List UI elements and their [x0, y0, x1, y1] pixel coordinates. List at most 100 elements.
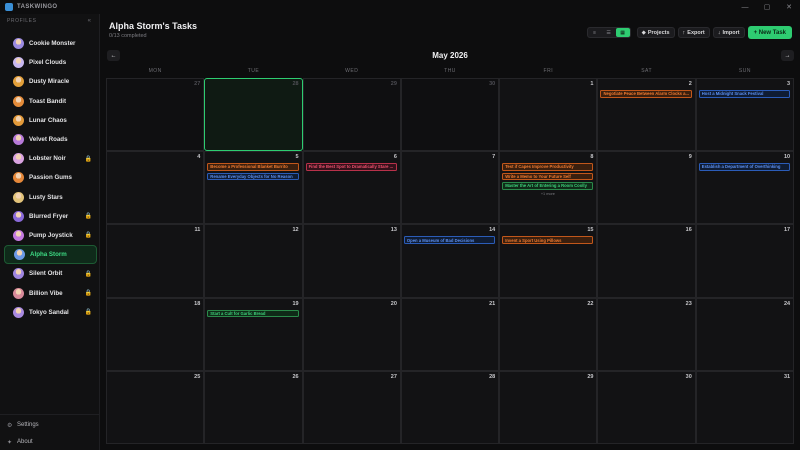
profile-item[interactable]: Toast Bandit: [4, 92, 97, 111]
profile-item[interactable]: Billion Vibe 🔒: [4, 283, 97, 302]
day-cell[interactable]: 12: [204, 224, 303, 298]
calendar-nav: ← May 2026 →: [106, 50, 794, 62]
minimize-button[interactable]: —: [734, 0, 756, 14]
avatar: [13, 76, 24, 88]
next-month-button[interactable]: →: [781, 50, 794, 61]
about-link[interactable]: ✦ About: [0, 435, 99, 449]
day-cell[interactable]: 2 Negotiate Peace Between Alarm Clocks a.…: [597, 78, 696, 152]
profile-name: Lobster Noir: [29, 155, 66, 163]
task-chip[interactable]: Invent a Sport Using Pillows: [502, 236, 594, 244]
day-cell[interactable]: 7: [400, 151, 500, 225]
day-cell[interactable]: 10 Establish a Department of Overthinking: [695, 151, 795, 225]
profile-item[interactable]: Passion Gums: [4, 168, 97, 187]
day-cell[interactable]: 25: [106, 370, 205, 444]
day-cell[interactable]: 15 Invent a Sport Using Pillows: [499, 224, 598, 298]
new-task-button[interactable]: + New Task: [747, 26, 792, 39]
day-cell[interactable]: 6 Find the Best Spot to Dramatically Star…: [302, 151, 401, 225]
import-button[interactable]: ↓ Import: [712, 27, 745, 38]
profile-name: Cookie Monster: [29, 40, 76, 48]
task-chip[interactable]: Open a Museum of Bad Decisions: [403, 236, 496, 244]
task-list: Host a Midnight Snack Festival: [698, 90, 791, 100]
app-logo-icon: [5, 3, 13, 11]
day-cell[interactable]: 3 Host a Midnight Snack Festival: [695, 78, 795, 152]
day-cell[interactable]: 4: [106, 151, 205, 225]
more-tasks-link[interactable]: +1 more: [502, 192, 593, 196]
task-list: Open a Museum of Bad Decisions: [403, 236, 496, 246]
day-cell[interactable]: 16: [597, 224, 696, 298]
profile-item[interactable]: Tokyo Sandal 🔒: [4, 303, 97, 322]
task-chip[interactable]: Master the Art of Entering a Room Coolly: [502, 182, 594, 190]
profile-item[interactable]: Pixel Clouds: [4, 53, 97, 72]
day-cell[interactable]: 5 Become a Professional Blanket Burrito Re…: [204, 151, 303, 225]
profile-item[interactable]: Lobster Noir 🔒: [4, 149, 97, 168]
day-cell[interactable]: 22: [499, 297, 598, 371]
task-chip[interactable]: Establish a Department of Overthinking: [698, 163, 791, 171]
collapse-sidebar-icon[interactable]: «: [88, 18, 91, 24]
profile-item[interactable]: Silent Orbit 🔒: [4, 264, 97, 283]
day-cell[interactable]: 20: [302, 297, 401, 371]
profile-item[interactable]: Lunar Chaos: [4, 111, 97, 130]
day-cell[interactable]: 28: [204, 78, 303, 152]
day-cell[interactable]: 28: [400, 370, 500, 444]
day-cell[interactable]: 14 Open a Museum of Bad Decisions: [400, 224, 500, 298]
day-cell[interactable]: 11: [106, 224, 205, 298]
day-cell[interactable]: 30: [400, 78, 500, 152]
profile-item[interactable]: Lusty Stars: [4, 188, 97, 207]
close-button[interactable]: ✕: [778, 0, 800, 14]
day-cell[interactable]: 17: [695, 224, 795, 298]
profile-item[interactable]: Velvet Roads: [4, 130, 97, 149]
day-number: 5: [295, 154, 299, 161]
profile-name: Passion Gums: [29, 174, 72, 182]
day-number: 19: [292, 300, 299, 307]
day-cell[interactable]: 18: [106, 297, 205, 371]
day-number: 2: [688, 81, 692, 87]
profile-name: Billion Vibe: [29, 289, 63, 297]
task-list: Find the Best Spot to Dramatically Stare…: [305, 163, 397, 173]
day-number: 18: [194, 300, 201, 307]
day-cell[interactable]: 30: [597, 370, 696, 444]
day-number: 1: [590, 81, 594, 87]
profile-item[interactable]: Pump Joystick 🔒: [4, 226, 97, 245]
weekday-label: FRI: [543, 68, 554, 74]
profile-item[interactable]: Alpha Storm: [4, 245, 97, 265]
settings-link[interactable]: ⚙ Settings: [0, 418, 99, 432]
task-chip[interactable]: Host a Midnight Snack Festival: [698, 90, 791, 98]
day-cell[interactable]: 19 Start a Cult for Garlic Bread: [204, 297, 303, 371]
day-cell[interactable]: 9: [597, 151, 696, 225]
day-cell[interactable]: 29: [302, 78, 401, 152]
task-chip[interactable]: Negotiate Peace Between Alarm Clocks a..…: [600, 90, 692, 98]
import-label: Import: [722, 29, 740, 36]
day-cell[interactable]: 26: [204, 370, 303, 444]
page-title: Alpha Storm's Tasks: [109, 21, 198, 31]
day-cell[interactable]: 21: [400, 297, 500, 371]
day-cell[interactable]: 13: [302, 224, 401, 298]
day-cell[interactable]: 31: [695, 370, 795, 444]
day-cell[interactable]: 27: [302, 370, 401, 444]
task-chip[interactable]: Test if Capes Improve Productivity: [502, 163, 594, 171]
list-view-button[interactable]: ≡: [588, 28, 602, 37]
diamond-icon: ◆: [641, 29, 646, 36]
day-cell[interactable]: 27: [106, 78, 205, 152]
board-view-button[interactable]: ☰: [602, 28, 616, 37]
maximize-button[interactable]: ▢: [756, 0, 778, 14]
day-number: 28: [489, 373, 496, 380]
day-cell[interactable]: 8 Test if Capes Improve Productivity Write…: [499, 151, 598, 225]
day-cell[interactable]: 24: [695, 297, 795, 371]
calendar-view-button[interactable]: ▦: [615, 28, 630, 37]
profile-item[interactable]: Cookie Monster: [4, 34, 97, 53]
day-cell[interactable]: 1: [499, 78, 598, 152]
day-cell[interactable]: 23: [597, 297, 696, 371]
export-button[interactable]: ↑ Export: [677, 27, 710, 38]
task-chip[interactable]: Rename Everyday Objects for No Reason: [207, 172, 299, 181]
profile-item[interactable]: Dusty Miracle: [4, 72, 97, 91]
profile-item[interactable]: Blurred Fryer 🔒: [4, 207, 97, 226]
day-cell[interactable]: 29: [499, 370, 598, 444]
task-chip[interactable]: Start a Cult for Garlic Bread: [207, 309, 299, 318]
avatar: [13, 287, 24, 299]
task-chip[interactable]: Become a Professional Blanket Burrito: [207, 163, 299, 171]
projects-button[interactable]: ◆ Projects: [636, 27, 675, 38]
weekday-label: WED: [345, 68, 359, 74]
task-chip[interactable]: Find the Best Spot to Dramatically Stare…: [305, 163, 397, 171]
day-number: 25: [194, 373, 201, 380]
task-chip[interactable]: Write a Memo to Your Future Self: [502, 172, 594, 181]
